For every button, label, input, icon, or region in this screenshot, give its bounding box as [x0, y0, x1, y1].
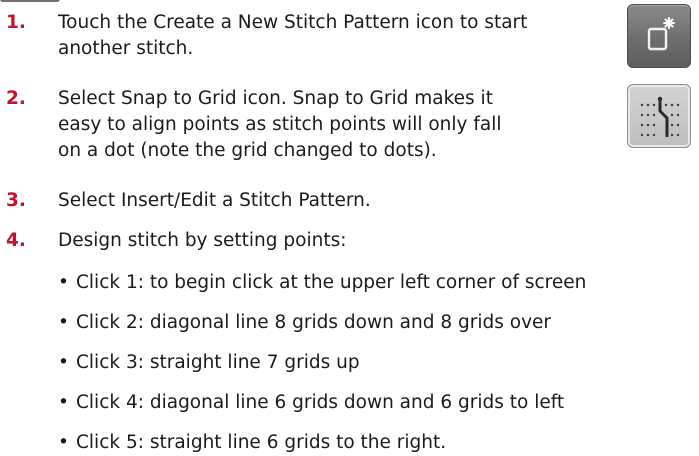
- snap-to-grid-button[interactable]: [627, 84, 691, 148]
- step-text: Select Snap to Grid icon. Snap to Grid m…: [58, 88, 502, 161]
- step-number: 1.: [6, 12, 26, 33]
- step-number: 3.: [6, 190, 26, 211]
- new-stitch-pattern-icon: [647, 17, 675, 51]
- bullet-icon: •: [58, 312, 69, 333]
- top-edge-fragment: [0, 0, 60, 2]
- step-text: Design stitch by setting points:: [58, 230, 347, 251]
- bullet-icon: •: [58, 352, 69, 373]
- snap-to-grid-icon: [640, 96, 680, 137]
- bullet-icon: •: [58, 272, 69, 293]
- step-number: 2.: [6, 88, 26, 109]
- step-text: Select Insert/Edit a Stitch Pattern.: [58, 190, 371, 211]
- bullet-icon: •: [58, 392, 69, 413]
- new-stitch-pattern-button[interactable]: [627, 4, 691, 68]
- step-text: Touch the Create a New Stitch Pattern ic…: [58, 12, 528, 59]
- bullet-icon: •: [58, 432, 69, 453]
- step-number: 4.: [6, 230, 26, 251]
